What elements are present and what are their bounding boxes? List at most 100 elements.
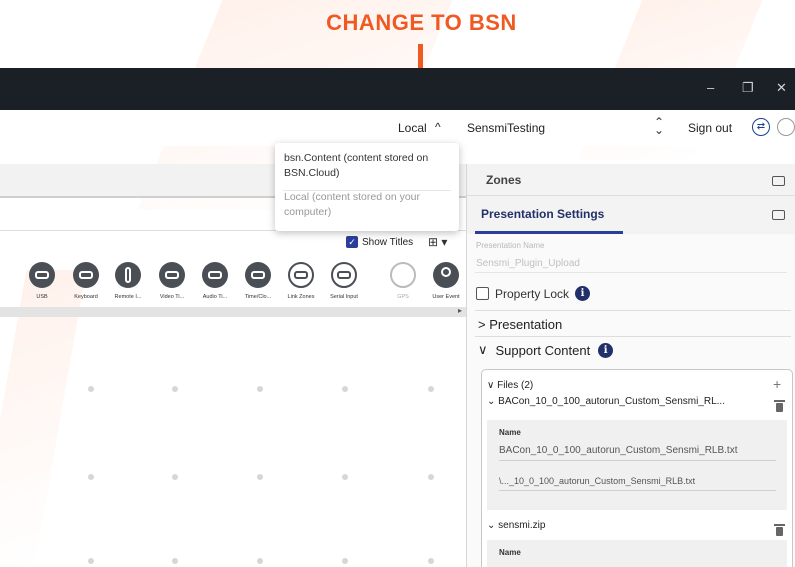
presentation-settings-tab[interactable]: Presentation Settings (467, 196, 795, 234)
grid-dot (172, 558, 178, 564)
file-name-label: Name (499, 428, 521, 437)
grid-dot (342, 386, 348, 392)
grid-dot (172, 474, 178, 480)
account-switch-icon[interactable]: ⌃ ⌄ (654, 116, 664, 136)
window-title-bar: – ❐ ✕ (0, 68, 795, 110)
serial-input-icon (331, 262, 357, 288)
grid-dot (257, 474, 263, 480)
event-user-event[interactable]: User Event (424, 262, 468, 300)
event-icon-bar: USB Keyboard Remote I... Video Ti... Aud… (0, 262, 470, 308)
sign-out-button[interactable]: Sign out (688, 121, 732, 135)
divider (283, 190, 451, 191)
chevron-right-icon: > (478, 317, 486, 332)
file-detail-panel: Name BACon_10_0_100_autorun_Custom_Sensm… (487, 420, 787, 510)
field-underline (499, 460, 776, 461)
file-name-field[interactable]: BACon_10_0_100_autorun_Custom_Sensmi_RLB… (499, 445, 738, 456)
right-panel: Zones Presentation Settings Presentation… (466, 164, 795, 567)
grid-dot (88, 386, 94, 392)
expand-zones-icon[interactable] (772, 176, 785, 186)
property-lock-label: Property Lock (495, 286, 570, 301)
sync-icon[interactable]: ⇄ (752, 118, 770, 136)
add-file-button[interactable]: + (773, 376, 781, 392)
expand-settings-icon[interactable] (772, 210, 785, 220)
files-list: ∨ Files (2) + ⌄ BACon_10_0_100_autorun_C… (481, 369, 793, 567)
annotation: CHANGE TO BSN (0, 10, 795, 36)
chevron-up-icon[interactable]: ^ (435, 120, 441, 134)
account-name[interactable]: SensmiTesting (467, 121, 545, 135)
event-gps[interactable]: GPS (381, 262, 425, 300)
minimize-button[interactable]: – (707, 80, 714, 95)
event-keyboard[interactable]: Keyboard (64, 262, 108, 300)
event-link-zones[interactable]: Link Zones (279, 262, 323, 300)
presentation-section-label: Presentation (489, 317, 563, 332)
video-timecode-icon (159, 262, 185, 288)
link-zones-icon (288, 262, 314, 288)
zones-tab[interactable]: Zones (467, 164, 795, 196)
grid-view-icon[interactable]: ⊞ ▾ (428, 235, 447, 249)
annotation-text: CHANGE TO BSN (326, 10, 517, 35)
zones-label: Zones (486, 173, 522, 187)
globe-icon[interactable] (777, 118, 795, 136)
usb-icon (29, 262, 55, 288)
property-lock-checkbox[interactable] (476, 287, 489, 300)
gps-icon (390, 262, 416, 288)
event-serial-input[interactable]: Serial Input (322, 262, 366, 300)
presentation-name-field[interactable]: Sensmi_Plugin_Upload (476, 258, 580, 269)
storage-option-local[interactable]: Local (content stored on your computer) (284, 190, 451, 220)
grid-dot (428, 386, 434, 392)
grid-dot (428, 474, 434, 480)
app-toolbar: Local ^ SensmiTesting ⌃ ⌄ Sign out ⇄ (0, 110, 795, 146)
time-clock-icon (245, 262, 271, 288)
file-item-title[interactable]: ⌄ BACon_10_0_100_autorun_Custom_Sensmi_R… (487, 396, 725, 407)
checkbox-checked-icon[interactable]: ✓ (346, 236, 358, 248)
storage-dropdown-menu: bsn.Content (content stored on BSN.Cloud… (275, 143, 459, 231)
support-content-label: Support Content (495, 342, 591, 358)
close-button[interactable]: ✕ (776, 80, 787, 96)
divider (475, 336, 791, 337)
storage-select[interactable]: Local (398, 121, 427, 135)
divider (475, 310, 791, 311)
show-titles-toggle[interactable]: ✓ Show Titles (346, 236, 413, 248)
file-detail-panel: Name (487, 540, 787, 567)
event-remote[interactable]: Remote I... (106, 262, 150, 300)
grid-dot (342, 474, 348, 480)
keyboard-icon (73, 262, 99, 288)
active-tab-indicator (475, 231, 623, 234)
event-time-clock[interactable]: Time/Clo... (236, 262, 280, 300)
trash-icon[interactable] (774, 524, 785, 536)
user-event-icon (433, 262, 459, 288)
event-video-timecode[interactable]: Video Ti... (150, 262, 194, 300)
show-titles-label: Show Titles (362, 236, 414, 248)
files-count-label: Files (2) (497, 380, 534, 391)
event-audio-timecode[interactable]: Audio Ti... (193, 262, 237, 300)
grid-dot (257, 386, 263, 392)
grid-dot (342, 558, 348, 564)
audio-timecode-icon (202, 262, 228, 288)
presentation-settings-label: Presentation Settings (481, 207, 605, 221)
grid-dot (428, 558, 434, 564)
support-content-section-toggle[interactable]: ∨ Support Content i (478, 342, 614, 358)
file-item-title[interactable]: ⌄ sensmi.zip (487, 520, 545, 531)
presentation-name-label: Presentation Name (476, 241, 545, 250)
property-lock-row[interactable]: Property Lock i (476, 286, 591, 301)
info-icon[interactable]: i (575, 286, 591, 301)
info-icon[interactable]: i (598, 342, 614, 358)
grid-dot (172, 386, 178, 392)
field-underline (475, 272, 787, 273)
chevron-down-icon: ⌄ (487, 396, 496, 407)
file-name-label: Name (499, 548, 521, 557)
maximize-button[interactable]: ❐ (742, 80, 754, 96)
remote-icon (115, 262, 141, 288)
files-header[interactable]: ∨ Files (2) (487, 380, 533, 391)
grid-dot (88, 558, 94, 564)
chevron-down-icon: ⌄ (487, 520, 496, 531)
presentation-section-toggle[interactable]: > Presentation (478, 317, 562, 332)
storage-option-bsn-content[interactable]: bsn.Content (content stored on BSN.Cloud… (284, 151, 451, 181)
field-underline (499, 490, 776, 491)
trash-icon[interactable] (774, 400, 785, 412)
file-path-field[interactable]: \..._10_0_100_autorun_Custom_Sensmi_RLB.… (499, 476, 695, 486)
grid-dot (88, 474, 94, 480)
event-bar-scrollbar[interactable]: ▸ (0, 306, 466, 317)
scroll-right-icon[interactable]: ▸ (458, 306, 462, 315)
event-usb[interactable]: USB (20, 262, 64, 300)
